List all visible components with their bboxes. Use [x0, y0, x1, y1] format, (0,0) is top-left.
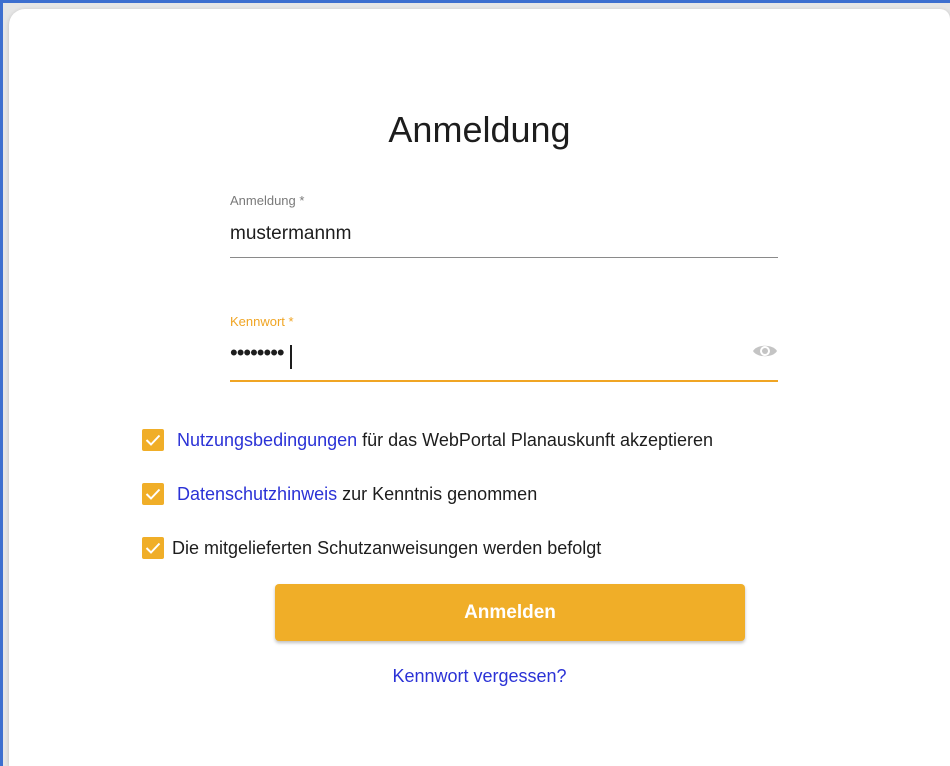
page-title: Anmeldung [388, 109, 571, 150]
forgot-password-link[interactable]: Kennwort vergessen? [9, 666, 950, 687]
login-button[interactable]: Anmelden [275, 584, 745, 641]
privacy-text: zur Kenntnis genommen [342, 483, 538, 504]
username-label: Anmeldung * [230, 193, 305, 208]
login-card: Anmeldung Anmeldung * mustermannm Kennwo… [9, 9, 950, 766]
terms-text: für das WebPortal Planauskunft akzeptier… [362, 429, 714, 450]
safety-instructions-text: Die mitgelieferten Schutzanweisungen wer… [172, 537, 602, 558]
password-field[interactable]: Kennwort * •••••••• [230, 314, 778, 384]
password-input[interactable]: •••••••• [230, 340, 285, 366]
privacy-row: Datenschutzhinweis zur Kenntnis genommen [142, 482, 537, 506]
eye-icon[interactable] [752, 341, 778, 361]
safety-instructions-checkbox[interactable] [142, 537, 164, 559]
window-frame-top [0, 0, 950, 3]
password-label: Kennwort * [230, 314, 294, 329]
window-frame-left [0, 0, 3, 766]
password-underline [230, 380, 778, 382]
terms-row: Nutzungsbedingungen für das WebPortal Pl… [142, 428, 713, 452]
privacy-link[interactable]: Datenschutzhinweis [177, 484, 337, 505]
safety-instructions-row: Die mitgelieferten Schutzanweisungen wer… [142, 536, 601, 560]
checkmark-icon [145, 434, 161, 446]
username-field[interactable]: Anmeldung * mustermannm [230, 193, 778, 259]
text-cursor [290, 345, 292, 369]
privacy-checkbox[interactable] [142, 483, 164, 505]
checkmark-icon [145, 542, 161, 554]
terms-link[interactable]: Nutzungsbedingungen [177, 430, 357, 451]
username-input[interactable]: mustermannm [230, 223, 351, 245]
username-underline [230, 257, 778, 258]
checkmark-icon [145, 488, 161, 500]
terms-checkbox[interactable] [142, 429, 164, 451]
